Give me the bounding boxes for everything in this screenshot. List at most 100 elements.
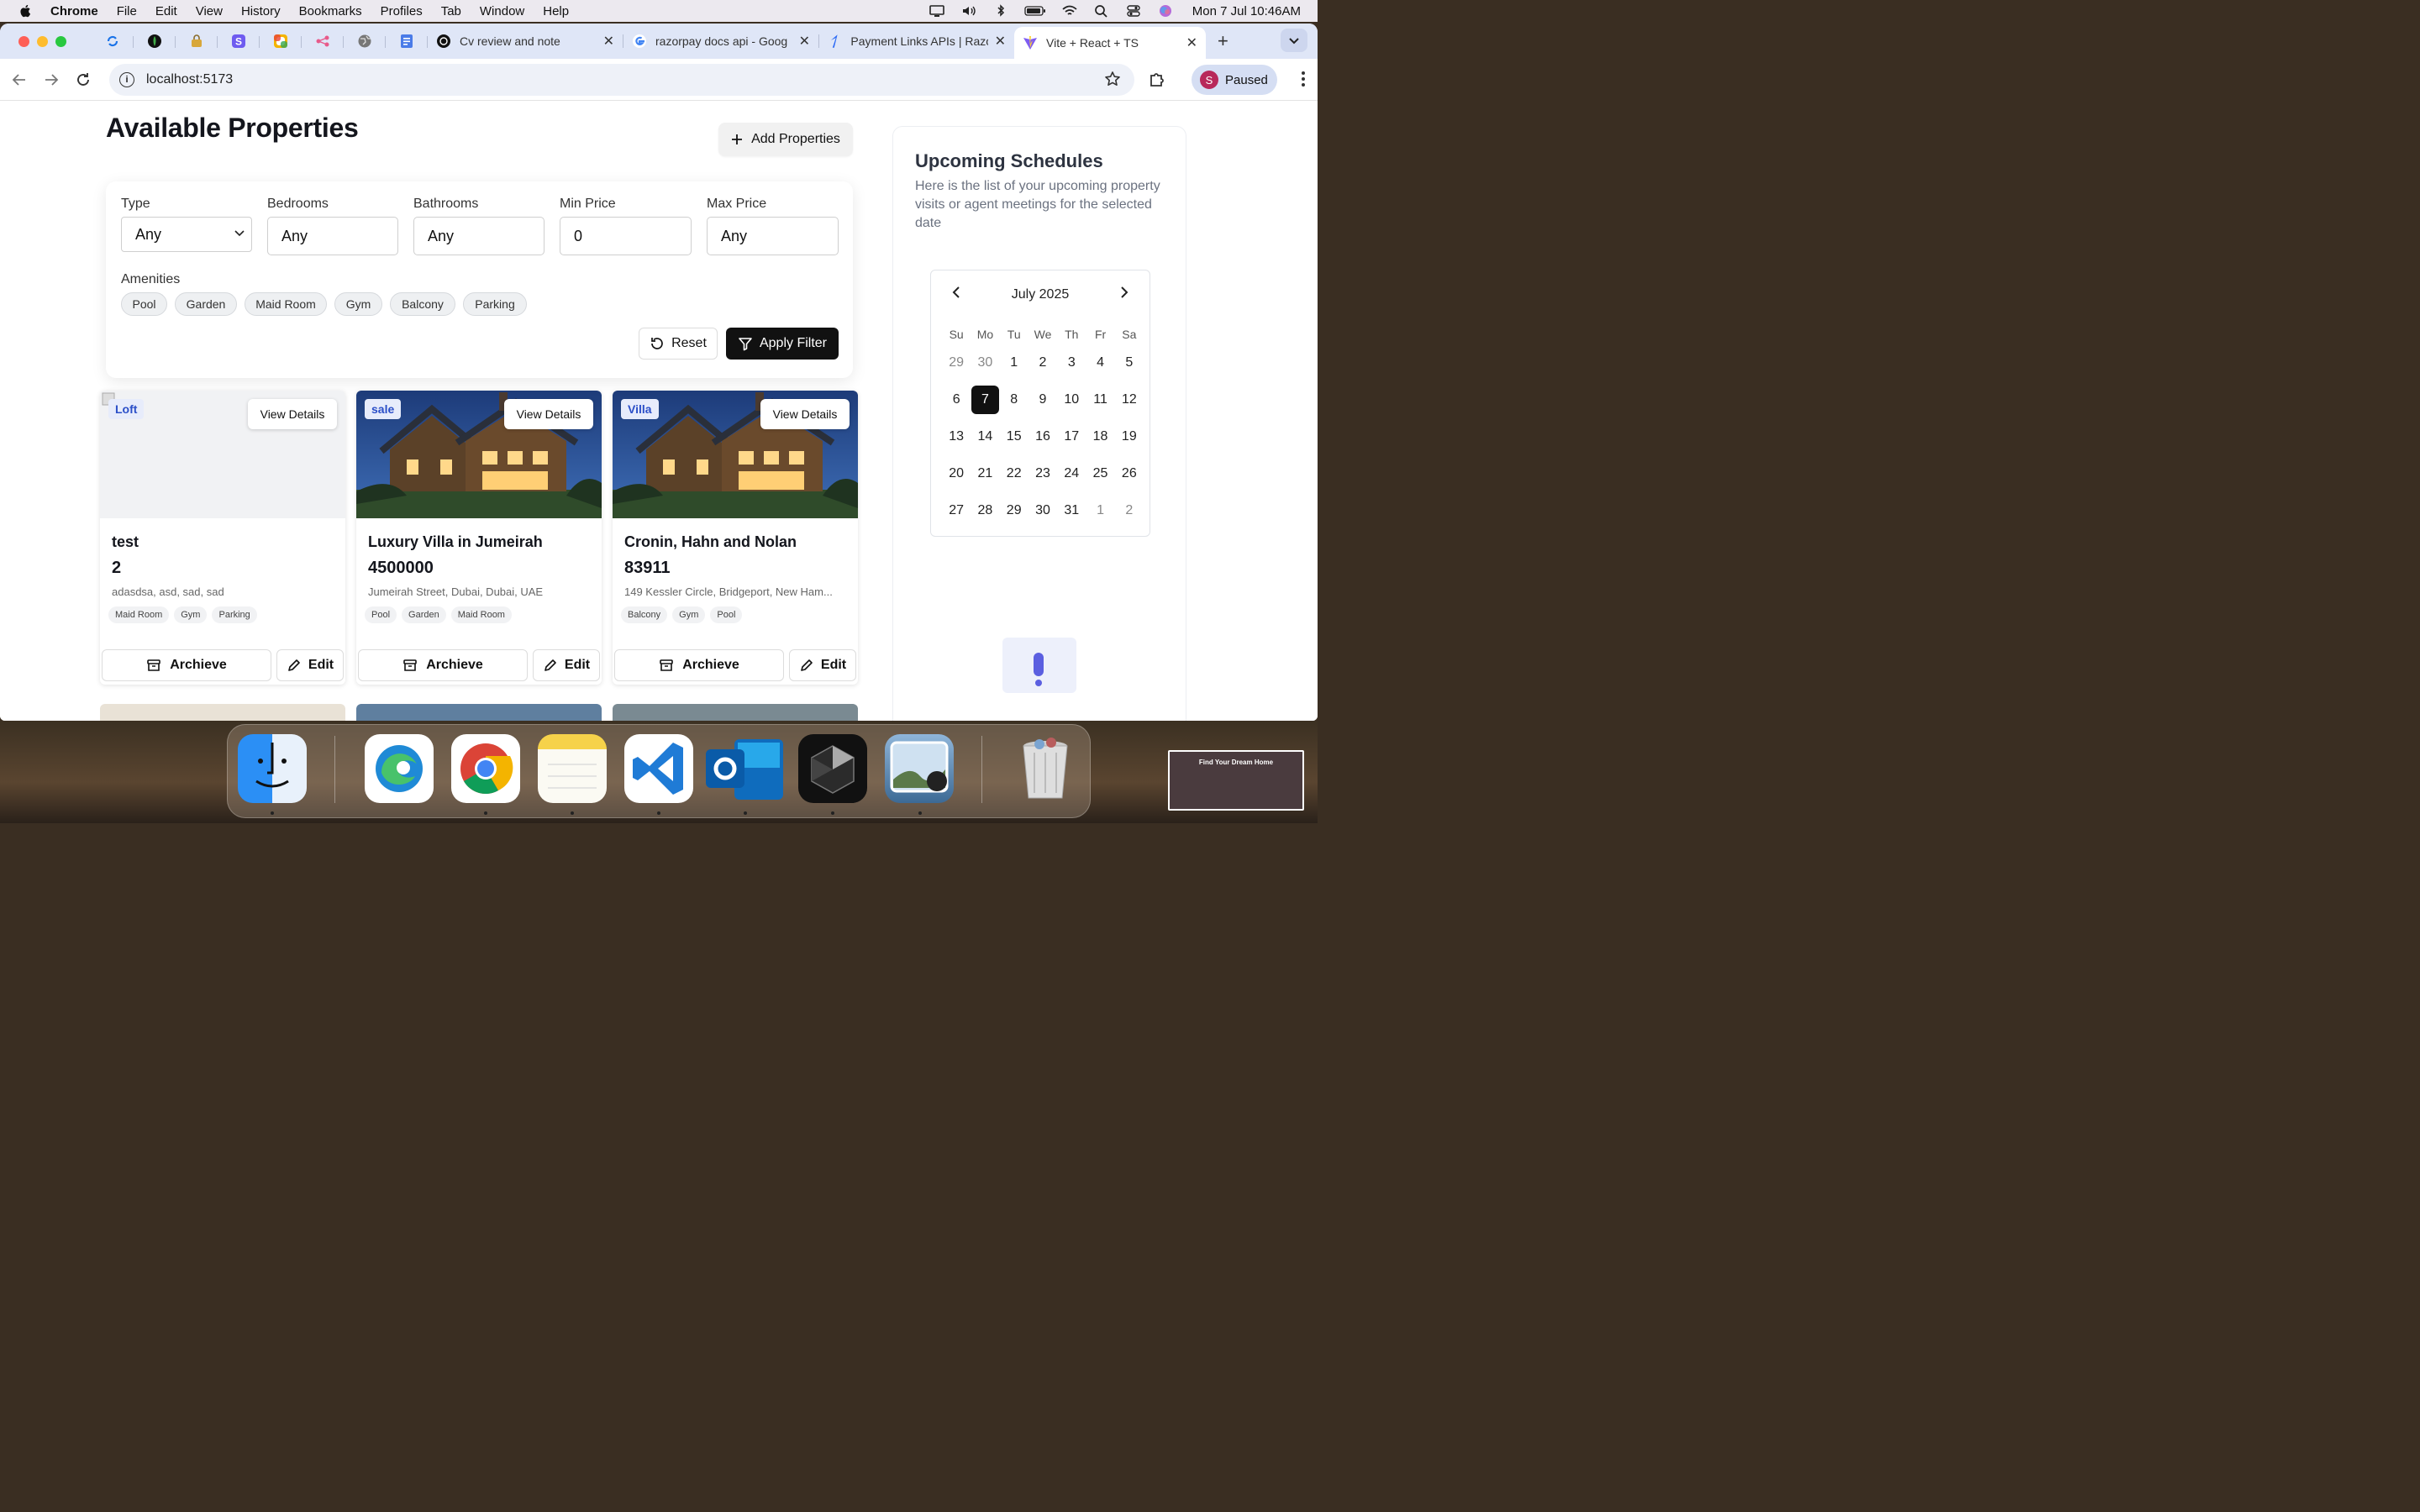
amenity-chip-parking[interactable]: Parking <box>463 292 527 316</box>
calendar-day[interactable]: 8 <box>1000 392 1028 407</box>
amenity-chip-garden[interactable]: Garden <box>175 292 237 316</box>
forward-arrow-icon[interactable] <box>39 67 64 92</box>
calendar-day[interactable]: 23 <box>1028 466 1057 481</box>
calendar-day[interactable]: 12 <box>1115 392 1144 407</box>
calendar-day[interactable]: 11 <box>1086 392 1114 407</box>
tab-search-chevron-icon[interactable] <box>1281 29 1307 52</box>
bedrooms-input[interactable]: Any <box>267 217 398 255</box>
close-tab-icon[interactable]: ✕ <box>792 33 810 50</box>
pinned-tab-graph[interactable] <box>302 29 344 54</box>
url-text[interactable]: localhost:5173 <box>146 72 233 87</box>
calendar-day-outside[interactable]: 29 <box>942 355 971 370</box>
close-tab-icon[interactable]: ✕ <box>988 33 1006 50</box>
wifi-icon[interactable] <box>1061 4 1078 18</box>
siri-icon[interactable] <box>1157 4 1174 18</box>
menu-view[interactable]: View <box>196 4 223 18</box>
calendar-day[interactable]: 26 <box>1115 466 1144 481</box>
archive-button[interactable]: Archieve <box>358 649 528 681</box>
pinned-tab-colorful[interactable] <box>260 29 302 54</box>
calendar-day[interactable]: 30 <box>1028 503 1057 518</box>
trash-icon[interactable] <box>1011 734 1080 803</box>
close-tab-icon[interactable]: ✕ <box>1180 34 1197 51</box>
menu-window[interactable]: Window <box>480 4 524 18</box>
view-details-button[interactable]: View Details <box>248 399 337 429</box>
tab-cv-review[interactable]: Cv review and note ✕ <box>428 27 623 55</box>
menu-file[interactable]: File <box>117 4 137 18</box>
calendar-day[interactable]: 18 <box>1086 429 1114 444</box>
zoom-window-button[interactable] <box>55 35 66 47</box>
calendar-day[interactable]: 22 <box>1000 466 1028 481</box>
amenity-chip-maid-room[interactable]: Maid Room <box>245 292 327 316</box>
property-card-partial[interactable] <box>613 704 858 721</box>
bookmark-star-icon[interactable] <box>1104 71 1121 87</box>
tab-razorpay-search[interactable]: razorpay docs api - Goog ✕ <box>623 27 818 55</box>
edge-icon[interactable] <box>365 734 434 803</box>
bluetooth-icon[interactable] <box>992 4 1009 18</box>
apply-filter-button[interactable]: Apply Filter <box>726 328 839 360</box>
amenity-chip-balcony[interactable]: Balcony <box>390 292 455 316</box>
battery-icon[interactable] <box>1024 4 1046 18</box>
menubar-clock[interactable]: Mon 7 Jul 10:46AM <box>1192 4 1301 18</box>
pinned-tab-lock[interactable] <box>176 29 218 54</box>
property-card-partial[interactable] <box>356 704 602 721</box>
back-arrow-icon[interactable] <box>7 67 32 92</box>
calendar-day[interactable]: 9 <box>1028 392 1057 407</box>
extensions-puzzle-icon[interactable] <box>1148 70 1168 90</box>
minimize-window-button[interactable] <box>37 35 48 47</box>
archive-button[interactable]: Archieve <box>614 649 784 681</box>
pinned-tab-s[interactable]: S <box>218 29 260 54</box>
tab-payment-links[interactable]: Payment Links APIs | Razo ✕ <box>819 27 1014 55</box>
add-properties-button[interactable]: Add Properties <box>718 123 853 156</box>
calendar-day-selected[interactable]: 7 <box>971 386 1000 414</box>
calendar-day[interactable]: 4 <box>1086 355 1114 370</box>
calendar-day[interactable]: 19 <box>1115 429 1144 444</box>
apple-icon[interactable] <box>18 3 34 18</box>
finder-icon[interactable] <box>238 734 307 803</box>
menu-history[interactable]: History <box>241 4 281 18</box>
notes-icon[interactable] <box>538 734 607 803</box>
pinned-tab-globe[interactable] <box>344 29 386 54</box>
calendar-day[interactable]: 3 <box>1057 355 1086 370</box>
calendar-day[interactable]: 17 <box>1057 429 1086 444</box>
min-price-input[interactable]: 0 <box>560 217 692 255</box>
reload-icon[interactable] <box>71 67 96 92</box>
menu-app-name[interactable]: Chrome <box>50 4 98 18</box>
calendar-day-outside[interactable]: 30 <box>971 355 999 370</box>
calendar-day[interactable]: 29 <box>1000 503 1028 518</box>
calendar-day[interactable]: 28 <box>971 503 999 518</box>
outlook-icon[interactable] <box>704 734 783 803</box>
pinned-tab-sync[interactable] <box>92 29 134 54</box>
bathrooms-input[interactable]: Any <box>413 217 544 255</box>
cursor-app-icon[interactable] <box>798 734 867 803</box>
calendar-day[interactable]: 13 <box>942 429 971 444</box>
amenity-chip-pool[interactable]: Pool <box>121 292 167 316</box>
view-details-button[interactable]: View Details <box>504 399 593 429</box>
calendar-day[interactable]: 16 <box>1028 429 1057 444</box>
calendar-day[interactable]: 21 <box>971 466 999 481</box>
preview-icon[interactable] <box>885 734 954 803</box>
calendar-day[interactable]: 27 <box>942 503 971 518</box>
menu-kebab-icon[interactable] <box>1301 71 1306 92</box>
archive-button[interactable]: Archieve <box>102 649 271 681</box>
reset-button[interactable]: Reset <box>639 328 718 360</box>
volume-icon[interactable] <box>960 4 977 18</box>
amenity-chip-gym[interactable]: Gym <box>334 292 382 316</box>
edit-button[interactable]: Edit <box>533 649 600 681</box>
calendar-day[interactable]: 20 <box>942 466 971 481</box>
close-window-button[interactable] <box>18 35 29 47</box>
edit-button[interactable]: Edit <box>789 649 856 681</box>
site-info-icon[interactable]: i <box>119 72 134 87</box>
calendar-day-outside[interactable]: 2 <box>1115 503 1144 518</box>
menu-tab[interactable]: Tab <box>441 4 461 18</box>
pinned-tab-docs[interactable] <box>386 29 428 54</box>
calendar-day[interactable]: 5 <box>1115 355 1144 370</box>
profile-button[interactable]: S Paused <box>1192 65 1277 95</box>
edit-button[interactable]: Edit <box>276 649 344 681</box>
chevron-right-icon[interactable] <box>1119 286 1129 299</box>
view-details-button[interactable]: View Details <box>760 399 850 429</box>
calendar-day[interactable]: 31 <box>1057 503 1086 518</box>
max-price-input[interactable]: Any <box>707 217 839 255</box>
desktop-window-thumbnail[interactable]: Find Your Dream Home <box>1168 750 1304 811</box>
tab-vite-react[interactable]: Vite + React + TS ✕ <box>1014 27 1206 59</box>
chrome-icon[interactable] <box>451 734 520 803</box>
